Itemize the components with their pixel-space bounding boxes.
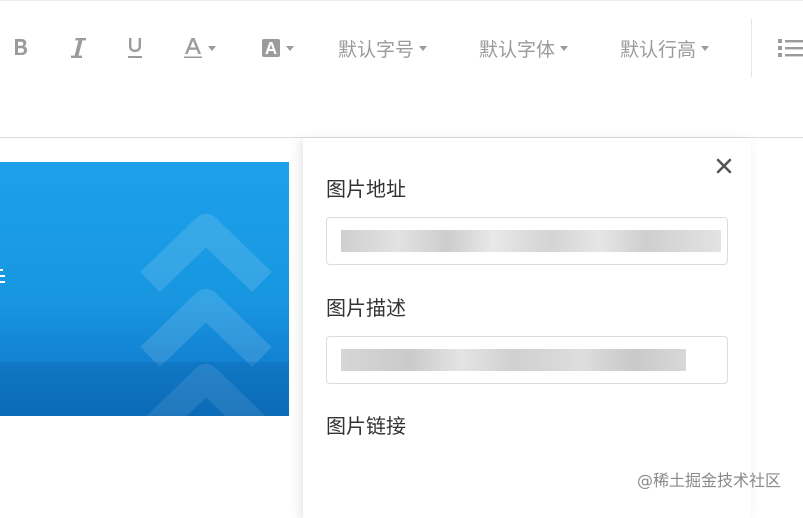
chevron-down-icon [419,45,428,51]
font-size-dropdown[interactable]: 默认字号 [338,34,428,62]
editor-toolbar: 默认字号 默认字体 默认行高 [0,0,803,138]
font-family-label: 默认字体 [479,38,556,61]
image-url-input[interactable] [326,217,728,265]
font-color-button[interactable] [183,34,216,62]
italic-button[interactable] [69,34,87,62]
image-description-input[interactable] [326,336,728,384]
font-color-icon [183,37,203,59]
site-watermark: @稀土掘金技术社区 [637,471,782,490]
unordered-list-icon [777,37,803,59]
unordered-list-button[interactable] [777,34,803,62]
chevron-down-icon [286,45,294,51]
underline-button[interactable] [126,34,144,62]
line-height-label: 默认行高 [620,38,697,61]
image-url-label: 图片地址 [326,177,406,201]
image-link-label: 图片链接 [326,414,406,438]
close-icon [714,158,734,180]
logo-watermark-shape [0,214,289,416]
bold-icon [13,38,29,58]
close-button[interactable] [714,156,734,176]
image-description-label: 图片描述 [326,296,406,320]
italic-icon [69,37,87,59]
font-size-label: 默认字号 [338,38,415,61]
background-color-button[interactable] [261,34,294,62]
chevron-down-icon [701,45,710,51]
blurred-url-text [341,230,721,252]
background-color-icon [261,38,281,58]
article-cover-image [0,162,289,416]
font-family-dropdown[interactable]: 默认字体 [479,34,569,62]
line-height-dropdown[interactable]: 默认行高 [620,34,710,62]
chevron-down-icon [560,45,569,51]
cropped-banner-text [0,266,7,288]
image-settings-popup: 图片地址 图片描述 图片链接 [303,138,751,518]
chevron-down-icon [208,45,216,51]
bold-button[interactable] [13,34,29,62]
underline-icon [126,37,144,59]
blurred-description-text [341,349,686,371]
toolbar-divider [751,19,752,77]
